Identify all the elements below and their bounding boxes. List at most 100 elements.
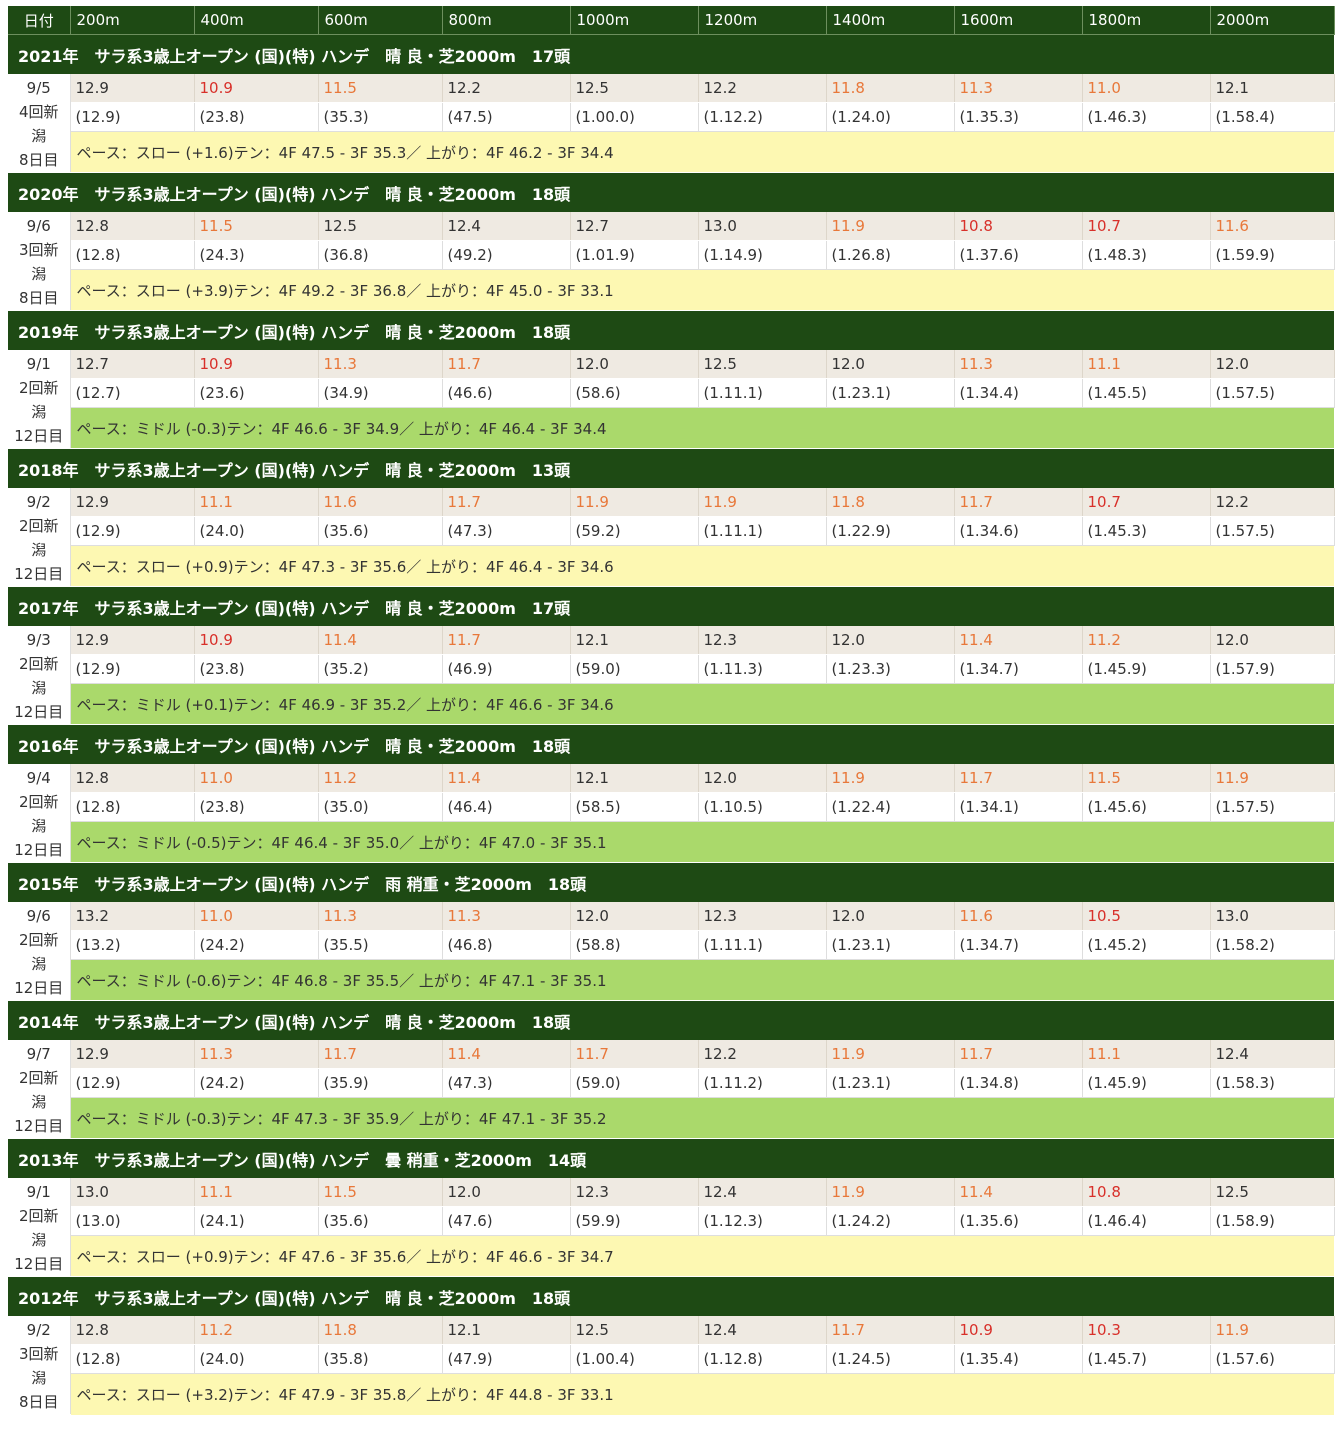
- cumulative-time-cell: (46.4): [442, 792, 571, 822]
- race-date-line: 2回新: [18, 517, 59, 535]
- lap-time-cell: 12.0: [826, 626, 955, 655]
- race-date-line: 9/2: [26, 493, 51, 511]
- lap-time-cell: 10.3: [1082, 1316, 1211, 1346]
- race-title-row: 2012年 サラ系3歳上オープン (国)(特) ハンデ 晴 良・芝2000m 1…: [8, 1276, 1334, 1316]
- cumulative-time-cell: (1.00.4): [570, 1344, 699, 1375]
- race-date-line: 潟: [31, 955, 47, 973]
- cumulative-time-cell: (1.22.4): [826, 792, 955, 822]
- cumulative-time-cell: (1.45.6): [1082, 792, 1211, 822]
- race-date-line: 12日目: [14, 841, 64, 859]
- lap-time-cell: 11.6: [1210, 212, 1335, 241]
- lap-row: 9/2 3回新潟 8日目 12.8 11.2 11.8 12.1 12.5 12.4 11.7 10…: [8, 1316, 1335, 1415]
- pace-row: ペース：ミドル (-0.5)テン：4F 46.4 - 3F 35.0／ 上がり：…: [8, 821, 1334, 863]
- cumulative-time-cell: (35.5): [318, 930, 443, 960]
- race-date-cell: 9/1 2回新潟 12日目: [8, 1178, 71, 1277]
- race-title: 2018年 サラ系3歳上オープン (国)(特) ハンデ 晴 良・芝2000m 1…: [8, 448, 1334, 488]
- cumulative-time-cell: (1.11.1): [698, 378, 827, 408]
- cumulative-time-cell: (35.2): [318, 654, 443, 684]
- lap-time-cell: 13.0: [70, 1178, 195, 1207]
- cumulative-time-cell: (58.6): [570, 378, 699, 408]
- pace-summary: ペース：スロー (+3.2)テン：4F 47.9 - 3F 35.8／ 上がり：…: [70, 1373, 1334, 1415]
- lap-time-cell: 10.8: [1082, 1178, 1211, 1207]
- cumulative-time-cell: (12.9): [70, 1068, 195, 1098]
- distance-header: 400m: [194, 6, 319, 35]
- lap-time-cell: 10.8: [954, 212, 1083, 241]
- lap-time-cell: 12.2: [442, 74, 571, 103]
- lap-time-cell: 12.9: [70, 626, 195, 655]
- lap-time-cell: 12.8: [70, 764, 195, 793]
- lap-time-cell: 11.7: [954, 764, 1083, 793]
- cumulative-time-cell: (23.8): [194, 792, 319, 822]
- lap-time-cell: 12.1: [442, 1316, 571, 1346]
- race-title: 2019年 サラ系3歳上オープン (国)(特) ハンデ 晴 良・芝2000m 1…: [8, 310, 1334, 350]
- lap-row: 9/7 2回新潟 12日目 12.9 11.3 11.7 11.4 11.7 12.2 11.9 1…: [8, 1040, 1335, 1139]
- distance-header: 1400m: [826, 6, 955, 35]
- race-date-line: 2回新: [18, 379, 59, 397]
- cumulative-time-cell: (59.9): [570, 1206, 699, 1236]
- pace-row: ペース：ミドル (-0.3)テン：4F 46.6 - 3F 34.9／ 上がり：…: [8, 407, 1334, 449]
- race-date-line: 4回新: [18, 103, 59, 121]
- race-title: 2012年 サラ系3歳上オープン (国)(特) ハンデ 晴 良・芝2000m 1…: [8, 1276, 1334, 1316]
- lap-time-cell: 12.0: [826, 350, 955, 379]
- pace-summary: ペース：スロー (+1.6)テン：4F 47.5 - 3F 35.3／ 上がり：…: [70, 131, 1334, 173]
- distance-header: 1000m: [570, 6, 699, 35]
- cumulative-time-cell: (35.9): [318, 1068, 443, 1098]
- lap-time-cell: 12.4: [1210, 1040, 1335, 1069]
- cumulative-time-cell: (1.01.9): [570, 240, 699, 270]
- lap-time-cell: 12.8: [70, 1316, 195, 1346]
- lap-time-cell: 11.4: [318, 626, 443, 655]
- cumulative-time-cell: (1.57.9): [1210, 654, 1335, 684]
- cumulative-time-cell: (24.3): [194, 240, 319, 270]
- lap-row: 9/1 2回新潟 12日目 12.7 10.9 11.3 11.7 12.0 12.5 12.0 1…: [8, 350, 1335, 449]
- lap-time-cell: 12.7: [70, 350, 195, 379]
- cumulative-time-cell: (1.46.3): [1082, 102, 1211, 132]
- pace-row: ペース：ミドル (-0.3)テン：4F 47.3 - 3F 35.9／ 上がり：…: [8, 1097, 1334, 1139]
- race-date-line: 潟: [31, 1093, 47, 1111]
- race-date-line: 8日目: [18, 1393, 59, 1411]
- lap-time-cell: 11.0: [194, 764, 319, 793]
- lap-time-cell: 10.7: [1082, 212, 1211, 241]
- cumulative-time-cell: (24.0): [194, 1344, 319, 1375]
- race-title: 2014年 サラ系3歳上オープン (国)(特) ハンデ 晴 良・芝2000m 1…: [8, 1000, 1334, 1040]
- lap-time-cell: 12.4: [442, 212, 571, 241]
- lap-row: 9/6 3回新潟 8日目 12.8 11.5 12.5 12.4 12.7 13.0 11.9 10…: [8, 212, 1335, 311]
- lap-time-cell: 12.2: [1210, 488, 1335, 517]
- race-date-cell: 9/6 3回新潟 8日目: [8, 212, 71, 311]
- cumulative-time-cell: (1.58.9): [1210, 1206, 1335, 1236]
- lap-time-cell: 11.6: [318, 488, 443, 517]
- cumulative-time-cell: (34.9): [318, 378, 443, 408]
- race-date-line: 潟: [31, 679, 47, 697]
- distance-header: 800m: [442, 6, 571, 35]
- lap-time-cell: 11.9: [1210, 1316, 1335, 1346]
- lap-time-cell: 12.7: [570, 212, 699, 241]
- cumulative-time-cell: (1.23.1): [826, 1068, 955, 1098]
- race-date-line: 潟: [31, 265, 47, 283]
- cumulative-time-cell: (24.0): [194, 516, 319, 546]
- lap-time-cell: 12.2: [698, 1040, 827, 1069]
- cumulative-time-cell: (1.57.5): [1210, 516, 1335, 546]
- distance-header: 600m: [318, 6, 443, 35]
- race-date-line: 潟: [31, 403, 47, 421]
- lap-time-cell: 12.9: [70, 74, 195, 103]
- lap-row: 9/5 4回新潟 8日目 12.9 10.9 11.5 12.2 12.5 12.2 11.8 11…: [8, 74, 1335, 173]
- distance-header: 1800m: [1082, 6, 1211, 35]
- pace-summary: ペース：ミドル (-0.5)テン：4F 46.4 - 3F 35.0／ 上がり：…: [70, 821, 1334, 863]
- lap-time-cell: 12.5: [570, 74, 699, 103]
- race-date-cell: 9/3 2回新潟 12日目: [8, 626, 71, 725]
- cumulative-row: (13.2) (24.2) (35.5) (46.8) (58.8) (1.11.1) (1…: [8, 930, 1335, 960]
- race-date-line: 3回新: [18, 1345, 59, 1363]
- lap-time-cell: 12.1: [1210, 74, 1335, 103]
- lap-time-cell: 11.7: [442, 626, 571, 655]
- cumulative-time-cell: (1.57.5): [1210, 792, 1335, 822]
- cumulative-time-cell: (1.34.7): [954, 654, 1083, 684]
- cumulative-time-cell: (1.45.7): [1082, 1344, 1211, 1375]
- lap-time-cell: 11.9: [698, 488, 827, 517]
- race-date-line: 2回新: [18, 793, 59, 811]
- race-title-row: 2019年 サラ系3歳上オープン (国)(特) ハンデ 晴 良・芝2000m 1…: [8, 310, 1334, 350]
- cumulative-time-cell: (12.8): [70, 1344, 195, 1375]
- cumulative-time-cell: (1.14.9): [698, 240, 827, 270]
- pace-summary: ペース：スロー (+0.9)テン：4F 47.6 - 3F 35.6／ 上がり：…: [70, 1235, 1334, 1277]
- lap-time-cell: 12.0: [442, 1178, 571, 1207]
- cumulative-time-cell: (23.8): [194, 654, 319, 684]
- race-date-line: 2回新: [18, 1069, 59, 1087]
